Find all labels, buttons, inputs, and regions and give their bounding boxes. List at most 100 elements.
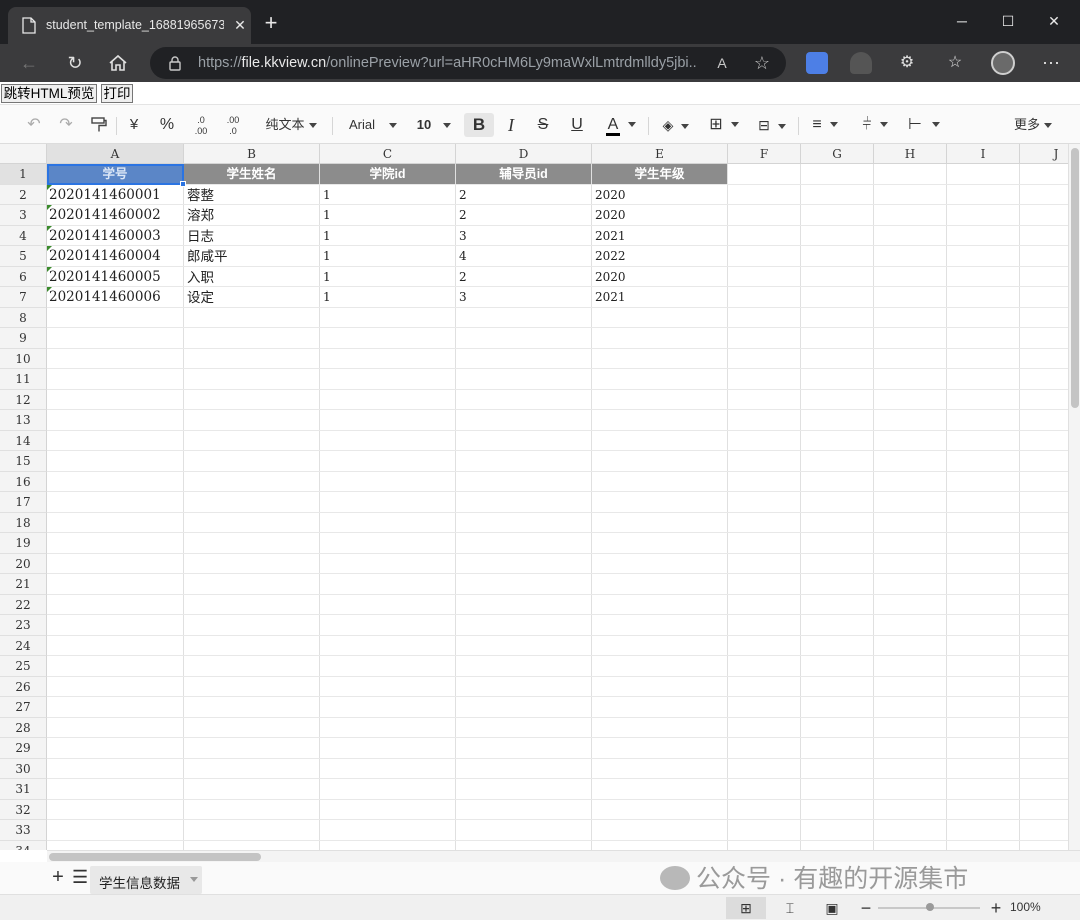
table-cell[interactable]: 2020141460002 — [47, 205, 183, 225]
table-cell[interactable]: 日志 — [184, 226, 319, 246]
maximize-icon[interactable]: ☐ — [996, 10, 1020, 32]
vertical-scroll-thumb[interactable] — [1071, 148, 1079, 408]
row-header-32[interactable]: 32 — [0, 799, 47, 820]
favorite-star-icon[interactable]: ☆ — [752, 53, 772, 73]
new-tab-icon[interactable]: + — [260, 12, 282, 35]
horizontal-scroll-thumb[interactable] — [49, 853, 261, 861]
browser-tab[interactable]: student_template_1688196567367 ✕ — [8, 7, 251, 44]
borders-dropdown[interactable]: ⊞ — [704, 113, 744, 137]
vertical-align-dropdown[interactable]: ⫩ — [854, 113, 896, 137]
row-header-24[interactable]: 24 — [0, 635, 47, 656]
row-header-29[interactable]: 29 — [0, 738, 47, 759]
table-cell[interactable]: 2020141460006 — [47, 287, 183, 307]
column-header-b[interactable]: B — [184, 144, 320, 164]
row-header-13[interactable]: 13 — [0, 410, 47, 431]
table-cell[interactable]: 1 — [320, 226, 455, 246]
format-painter-icon[interactable] — [90, 117, 108, 133]
print-button[interactable]: 打印 — [101, 84, 133, 103]
favorites-icon[interactable]: ☆ — [944, 52, 966, 74]
fill-color-dropdown[interactable]: ◈ — [656, 113, 696, 137]
horizontal-align-dropdown[interactable]: ≡ — [804, 113, 846, 137]
text-wrap-dropdown[interactable]: ⊢ — [902, 113, 946, 137]
table-cell[interactable]: 2020 — [592, 267, 727, 287]
row-header-23[interactable]: 23 — [0, 615, 47, 636]
profile-avatar[interactable] — [991, 51, 1015, 75]
html-preview-button[interactable]: 跳转HTML预览 — [1, 84, 97, 103]
column-header-j[interactable]: J — [1020, 144, 1068, 164]
minimize-icon[interactable]: ─ — [950, 10, 974, 32]
table-cell[interactable]: 1 — [320, 287, 455, 307]
table-cell[interactable]: 2021 — [592, 287, 727, 307]
column-header-c[interactable]: C — [320, 144, 456, 164]
undo-icon[interactable]: ↶ — [24, 113, 44, 137]
table-cell[interactable]: 2022 — [592, 246, 727, 266]
header-cell[interactable]: 辅导员id — [456, 164, 591, 184]
normal-view-icon[interactable]: ⊞ — [726, 897, 766, 919]
header-cell[interactable]: 学号 — [47, 164, 183, 184]
column-header-h[interactable]: H — [874, 144, 947, 164]
select-all-corner[interactable] — [0, 144, 47, 164]
table-cell[interactable]: 2020141460003 — [47, 225, 183, 246]
table-cell[interactable]: 2020 — [592, 205, 727, 225]
row-header-11[interactable]: 11 — [0, 369, 47, 390]
row-header-27[interactable]: 27 — [0, 697, 47, 718]
back-icon[interactable]: ← — [18, 52, 40, 74]
add-sheet-icon[interactable]: + — [50, 867, 66, 888]
sheet-tab-active[interactable]: 学生信息数据 — [90, 866, 202, 894]
increase-decimal-button[interactable]: .0 .00 — [190, 115, 212, 139]
row-header-19[interactable]: 19 — [0, 533, 47, 554]
italic-button[interactable]: I — [500, 113, 522, 137]
table-cell[interactable]: 3 — [456, 287, 591, 307]
sheet-list-icon[interactable]: ☰ — [72, 868, 88, 888]
home-icon[interactable] — [108, 54, 128, 72]
column-header-a[interactable]: A — [47, 144, 184, 164]
row-header-18[interactable]: 18 — [0, 512, 47, 533]
row-header-15[interactable]: 15 — [0, 451, 47, 472]
column-header-f[interactable]: F — [728, 144, 801, 164]
font-family-dropdown[interactable]: Arial — [342, 113, 404, 137]
row-header-21[interactable]: 21 — [0, 574, 47, 595]
vertical-scrollbar[interactable] — [1068, 144, 1080, 850]
row-header-6[interactable]: 6 — [0, 266, 47, 287]
page-break-view-icon[interactable]: ⌶ — [770, 897, 810, 919]
more-tools-dropdown[interactable]: 更多 — [1008, 113, 1058, 137]
table-cell[interactable]: 溶郑 — [184, 205, 319, 225]
table-cell[interactable]: 1 — [320, 267, 455, 287]
decrease-decimal-button[interactable]: .00 .0 — [222, 115, 244, 139]
extensions-puzzle-icon[interactable]: ⚙ — [896, 52, 918, 74]
underline-button[interactable]: U — [566, 113, 588, 137]
row-header-8[interactable]: 8 — [0, 307, 47, 328]
strikethrough-button[interactable]: S — [532, 113, 554, 137]
row-header-3[interactable]: 3 — [0, 205, 47, 226]
table-cell[interactable]: 4 — [456, 246, 591, 266]
address-bar[interactable]: https://file.kkview.cn/onlinePreview?url… — [150, 47, 786, 79]
row-header-17[interactable]: 17 — [0, 492, 47, 513]
row-header-30[interactable]: 30 — [0, 758, 47, 779]
row-header-16[interactable]: 16 — [0, 471, 47, 492]
table-cell[interactable]: 2 — [456, 185, 591, 205]
extension-blue-icon[interactable] — [806, 52, 828, 74]
row-header-12[interactable]: 12 — [0, 389, 47, 410]
column-header-d[interactable]: D — [456, 144, 592, 164]
row-header-34[interactable]: 34 — [0, 840, 47, 850]
row-header-9[interactable]: 9 — [0, 328, 47, 349]
table-cell[interactable]: 郎咸平 — [184, 246, 319, 266]
table-cell[interactable]: 1 — [320, 205, 455, 225]
table-cell[interactable]: 2020141460005 — [47, 266, 183, 287]
font-color-dropdown[interactable]: A — [600, 113, 642, 137]
number-format-dropdown[interactable]: 纯文本 — [256, 113, 326, 137]
row-header-10[interactable]: 10 — [0, 348, 47, 369]
row-header-1[interactable]: 1 — [0, 164, 47, 185]
row-header-25[interactable]: 25 — [0, 656, 47, 677]
row-header-28[interactable]: 28 — [0, 717, 47, 738]
column-header-i[interactable]: I — [947, 144, 1020, 164]
row-header-31[interactable]: 31 — [0, 779, 47, 800]
chevron-down-icon[interactable] — [190, 877, 198, 882]
row-header-20[interactable]: 20 — [0, 553, 47, 574]
merge-cells-dropdown[interactable]: ⊟ — [752, 113, 792, 137]
font-size-dropdown[interactable]: 10 — [412, 113, 456, 137]
row-header-22[interactable]: 22 — [0, 594, 47, 615]
table-cell[interactable]: 2021 — [592, 226, 727, 246]
table-cell[interactable]: 2 — [456, 205, 591, 225]
table-cell[interactable]: 2020141460001 — [47, 184, 183, 205]
